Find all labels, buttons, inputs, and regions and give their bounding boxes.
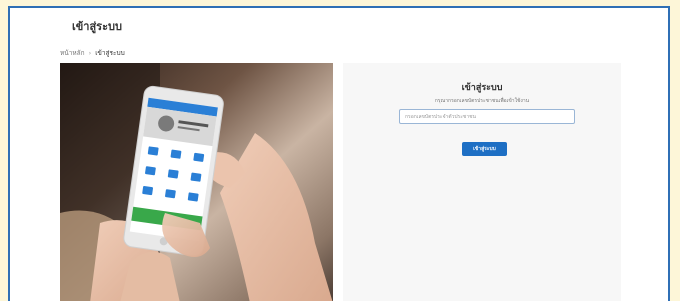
app-frame: เข้าสู่ระบบ หน้าหลัก › เข้าสู่ระบบ เข้าส… [8,6,670,301]
breadcrumb-home-link[interactable]: หน้าหลัก [60,48,85,58]
right-margin [621,63,668,301]
login-title: เข้าสู่ระบบ [461,83,503,93]
login-subtitle: กรุณากรอกเลขบัตรประชาชนเพื่อเข้าใช้งาน [434,98,530,104]
breadcrumb: หน้าหลัก › เข้าสู่ระบบ [60,48,125,58]
breadcrumb-current: เข้าสู่ระบบ [95,49,125,57]
breadcrumb-separator: › [88,49,92,57]
hero-image [60,63,333,301]
hero-photo-illustration [60,63,333,301]
id-number-input[interactable] [399,109,575,124]
login-button[interactable]: เข้าสู่ระบบ [462,142,507,156]
login-panel: เข้าสู่ระบบ กรุณากรอกเลขบัตรประชาชนเพื่อ… [343,63,621,301]
page-title: เข้าสู่ระบบ [72,20,122,33]
